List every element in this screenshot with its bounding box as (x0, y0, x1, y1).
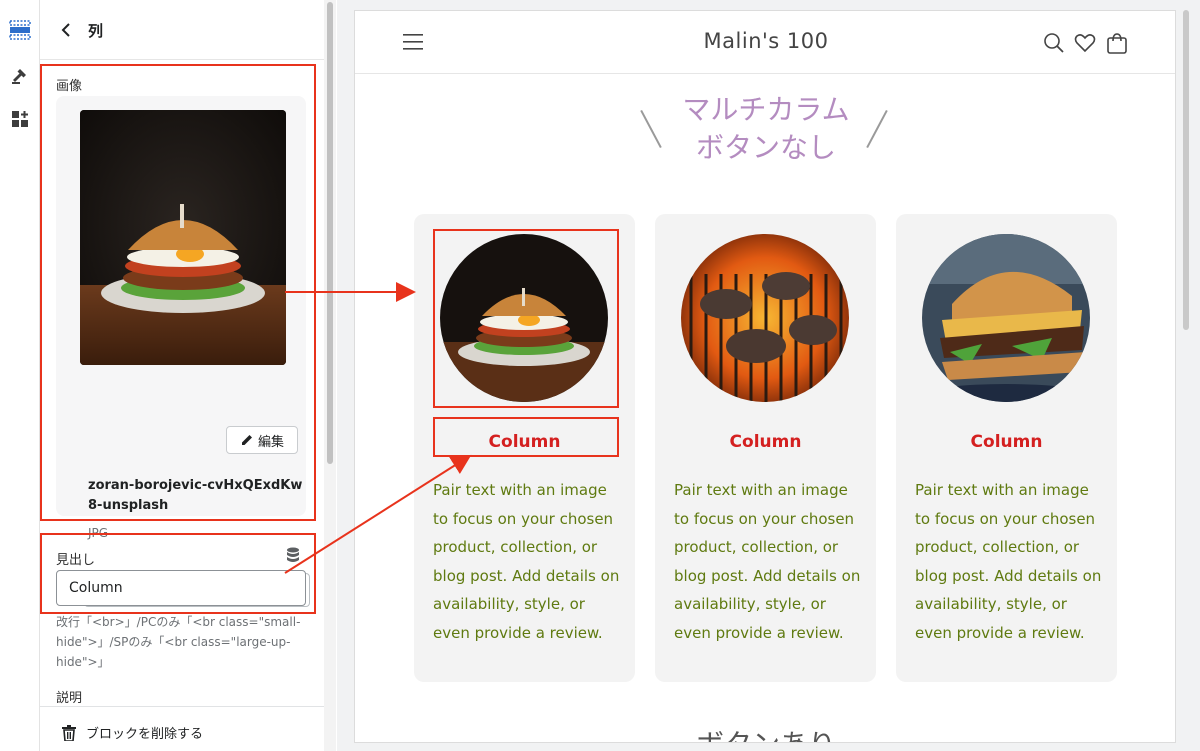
section-title-line2: ボタンなし (695, 131, 836, 164)
description-label: 説明 (56, 691, 83, 706)
theme-editor: 列 画像 編集 zoran-borojevic-cvHxQExdKw8-unsp… (0, 0, 1200, 751)
column-card[interactable]: Column Pair text with an image to focus … (655, 214, 876, 682)
column-text: Pair text with an image to focus on your… (433, 481, 620, 642)
column-card[interactable]: Column Pair text with an image to focus … (896, 214, 1117, 682)
column-text: Pair text with an image to focus on your… (915, 481, 1102, 642)
annotation-heading-box (40, 533, 316, 614)
section-title: マルチカラム ボタンなし (355, 91, 1175, 167)
delete-block-button[interactable]: ブロックを削除する (62, 723, 203, 742)
apps-icon[interactable] (0, 103, 40, 135)
delete-label: ブロックを削除する (86, 727, 204, 742)
editor-icon-rail (0, 0, 40, 751)
section-title-line1: マルチカラム (682, 93, 850, 126)
trash-icon (62, 724, 76, 741)
panel-header: 列 (40, 0, 324, 60)
cart-icon[interactable] (1106, 32, 1128, 54)
column-image (681, 234, 849, 402)
sections-icon[interactable] (0, 14, 40, 46)
heart-icon[interactable] (1074, 32, 1096, 54)
column-image (922, 234, 1090, 402)
back-icon[interactable] (58, 20, 74, 40)
next-section-title: ボタンあり (355, 723, 1175, 742)
store-header: Malin's 100 (355, 11, 1175, 74)
annotation-column-heading-box (433, 417, 619, 457)
annotation-column-image-box (433, 229, 619, 408)
search-icon[interactable] (1043, 32, 1065, 54)
theme-settings-icon[interactable] (0, 59, 40, 91)
annotation-image-box (40, 64, 316, 521)
panel-title: 列 (88, 22, 104, 40)
preview-scrollbar[interactable] (1178, 10, 1192, 743)
panel-scrollbar[interactable] (324, 0, 336, 751)
preview-scroll-thumb[interactable] (1183, 10, 1189, 330)
panel-footer: ブロックを削除する (40, 706, 324, 751)
panel-scroll-thumb[interactable] (327, 2, 333, 464)
column-heading: Column (729, 432, 802, 452)
column-heading: Column (970, 432, 1043, 452)
column-text: Pair text with an image to focus on your… (674, 481, 861, 642)
heading-help-text: 改行「<br>」/PCのみ「<br class="small-hide">」/S… (56, 615, 301, 669)
